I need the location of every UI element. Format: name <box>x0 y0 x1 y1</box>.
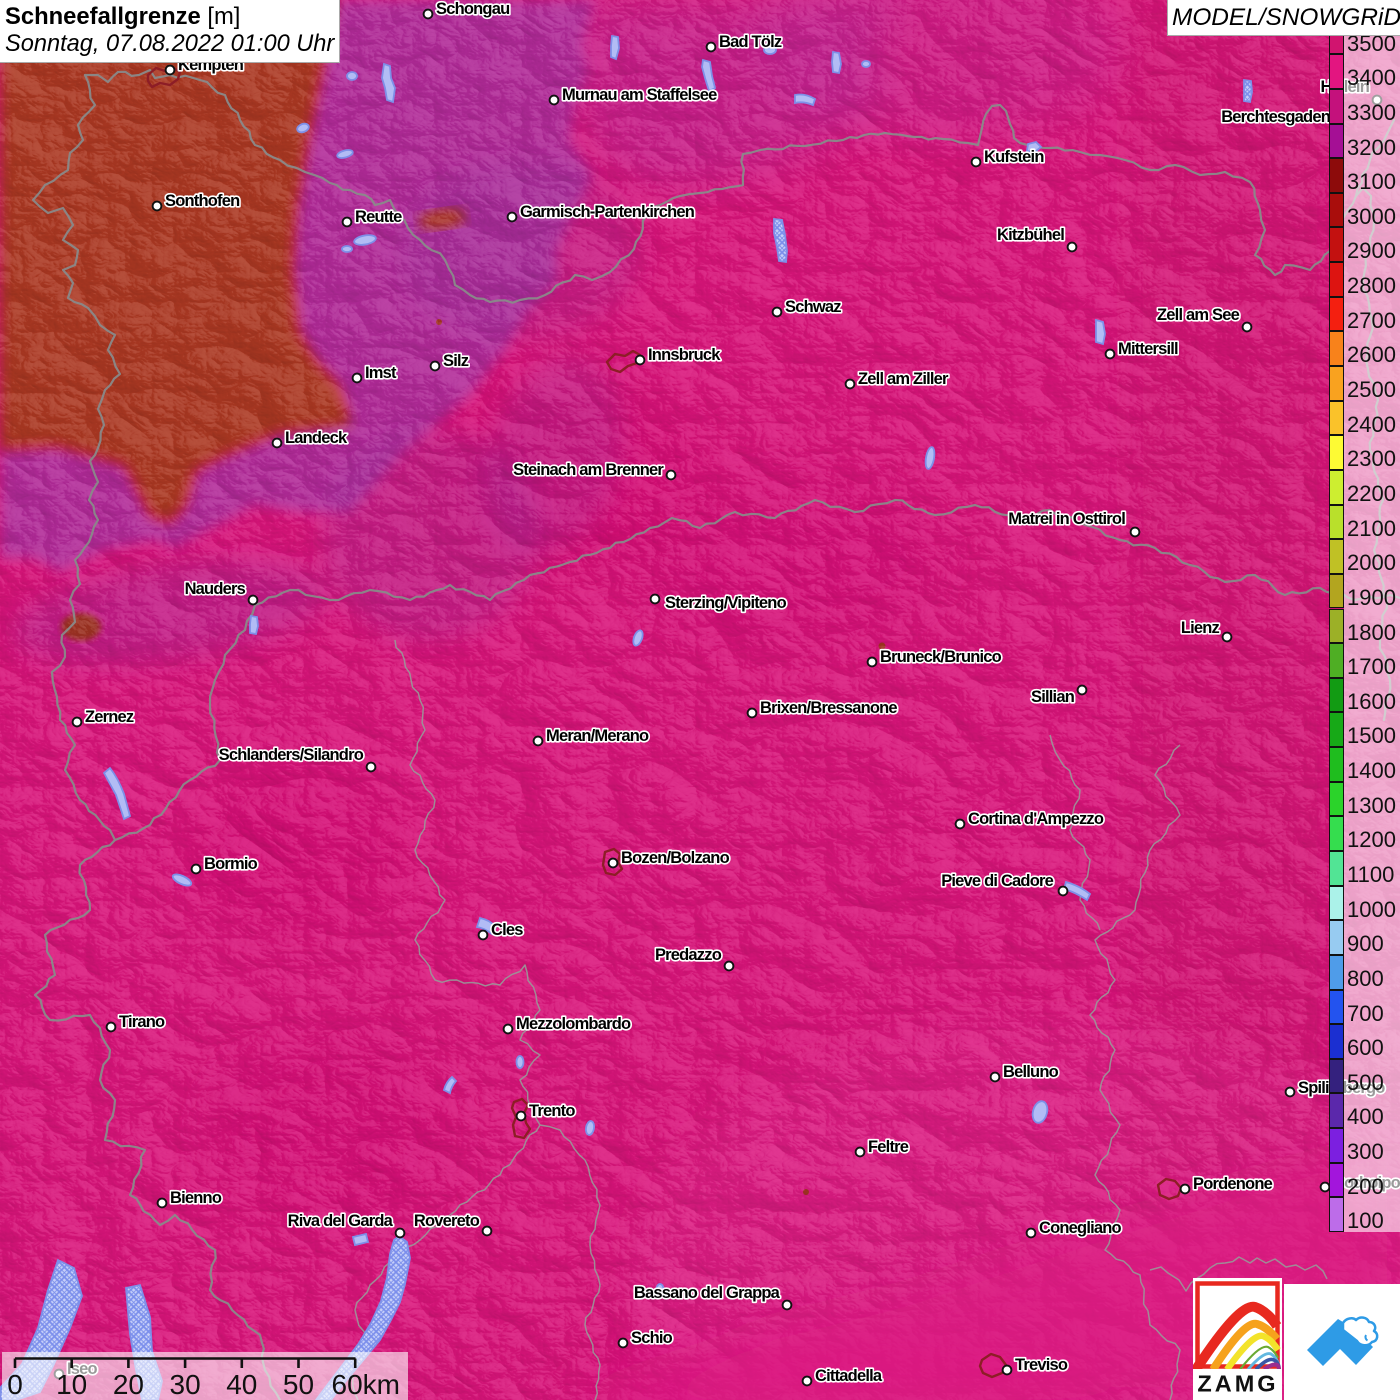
svg-text:Cortina d'Ampezzo: Cortina d'Ampezzo <box>968 810 1104 828</box>
svg-text:Sonthofen: Sonthofen <box>165 192 240 210</box>
svg-text:Sterzing/Vipiteno: Sterzing/Vipiteno <box>665 594 787 612</box>
svg-text:Murnau am Staffelsee: Murnau am Staffelsee <box>562 86 717 104</box>
svg-text:Zell am Ziller: Zell am Ziller <box>858 370 949 388</box>
svg-text:Conegliano: Conegliano <box>1039 1219 1122 1237</box>
svg-text:Meran/Merano: Meran/Merano <box>546 727 649 745</box>
svg-text:Cles: Cles <box>491 921 523 939</box>
svg-text:Riva del Garda: Riva del Garda <box>288 1212 394 1230</box>
svg-text:Belluno: Belluno <box>1003 1063 1059 1081</box>
svg-text:Berchtesgaden: Berchtesgaden <box>1221 108 1331 126</box>
svg-text:Treviso: Treviso <box>1015 1356 1068 1374</box>
svg-text:ZAMG: ZAMG <box>1197 1370 1278 1396</box>
svg-text:Lienz: Lienz <box>1181 619 1220 637</box>
svg-text:Feltre: Feltre <box>868 1138 909 1156</box>
svg-text:Steinach am Brenner: Steinach am Brenner <box>513 461 664 479</box>
svg-text:Bienno: Bienno <box>170 1189 222 1207</box>
svg-text:Bozen/Bolzano: Bozen/Bolzano <box>621 849 730 867</box>
svg-text:Reutte: Reutte <box>355 208 402 226</box>
svg-text:Mittersill: Mittersill <box>1118 340 1178 358</box>
svg-text:Sillian: Sillian <box>1031 688 1075 706</box>
svg-text:Pordenone: Pordenone <box>1193 1175 1273 1193</box>
svg-text:Zell am See: Zell am See <box>1157 306 1240 324</box>
svg-text:Mezzolombardo: Mezzolombardo <box>516 1015 631 1033</box>
svg-text:Garmisch-Partenkirchen: Garmisch-Partenkirchen <box>520 203 695 221</box>
svg-text:Bormio: Bormio <box>204 855 258 873</box>
svg-text:Rovereto: Rovereto <box>414 1212 480 1230</box>
svg-text:Schongau: Schongau <box>436 0 509 18</box>
svg-text:Brixen/Bressanone: Brixen/Bressanone <box>760 699 897 717</box>
svg-text:Kitzbühel: Kitzbühel <box>997 226 1064 244</box>
svg-text:Matrei in Osttirol: Matrei in Osttirol <box>1008 510 1125 528</box>
svg-text:Bad Tölz: Bad Tölz <box>719 33 782 51</box>
svg-text:Schio: Schio <box>631 1329 673 1347</box>
svg-text:Imst: Imst <box>365 364 397 382</box>
svg-text:Silz: Silz <box>443 352 469 370</box>
svg-text:Pieve di Cadore: Pieve di Cadore <box>941 872 1053 890</box>
svg-text:Predazzo: Predazzo <box>655 946 722 964</box>
svg-text:Cittadella: Cittadella <box>815 1367 883 1385</box>
svg-text:Schlanders/Silandro: Schlanders/Silandro <box>219 746 364 764</box>
svg-text:Schwaz: Schwaz <box>785 298 841 316</box>
svg-text:Tirano: Tirano <box>119 1013 165 1031</box>
svg-text:Kufstein: Kufstein <box>984 148 1044 166</box>
svg-text:Bruneck/Brunico: Bruneck/Brunico <box>880 648 1002 666</box>
svg-text:Nauders: Nauders <box>185 580 246 598</box>
svg-text:Trento: Trento <box>529 1102 575 1120</box>
svg-text:Bassano del Grappa: Bassano del Grappa <box>634 1284 781 1302</box>
svg-text:Innsbruck: Innsbruck <box>648 346 721 364</box>
svg-text:Zernez: Zernez <box>85 708 134 726</box>
svg-text:Landeck: Landeck <box>285 429 348 447</box>
